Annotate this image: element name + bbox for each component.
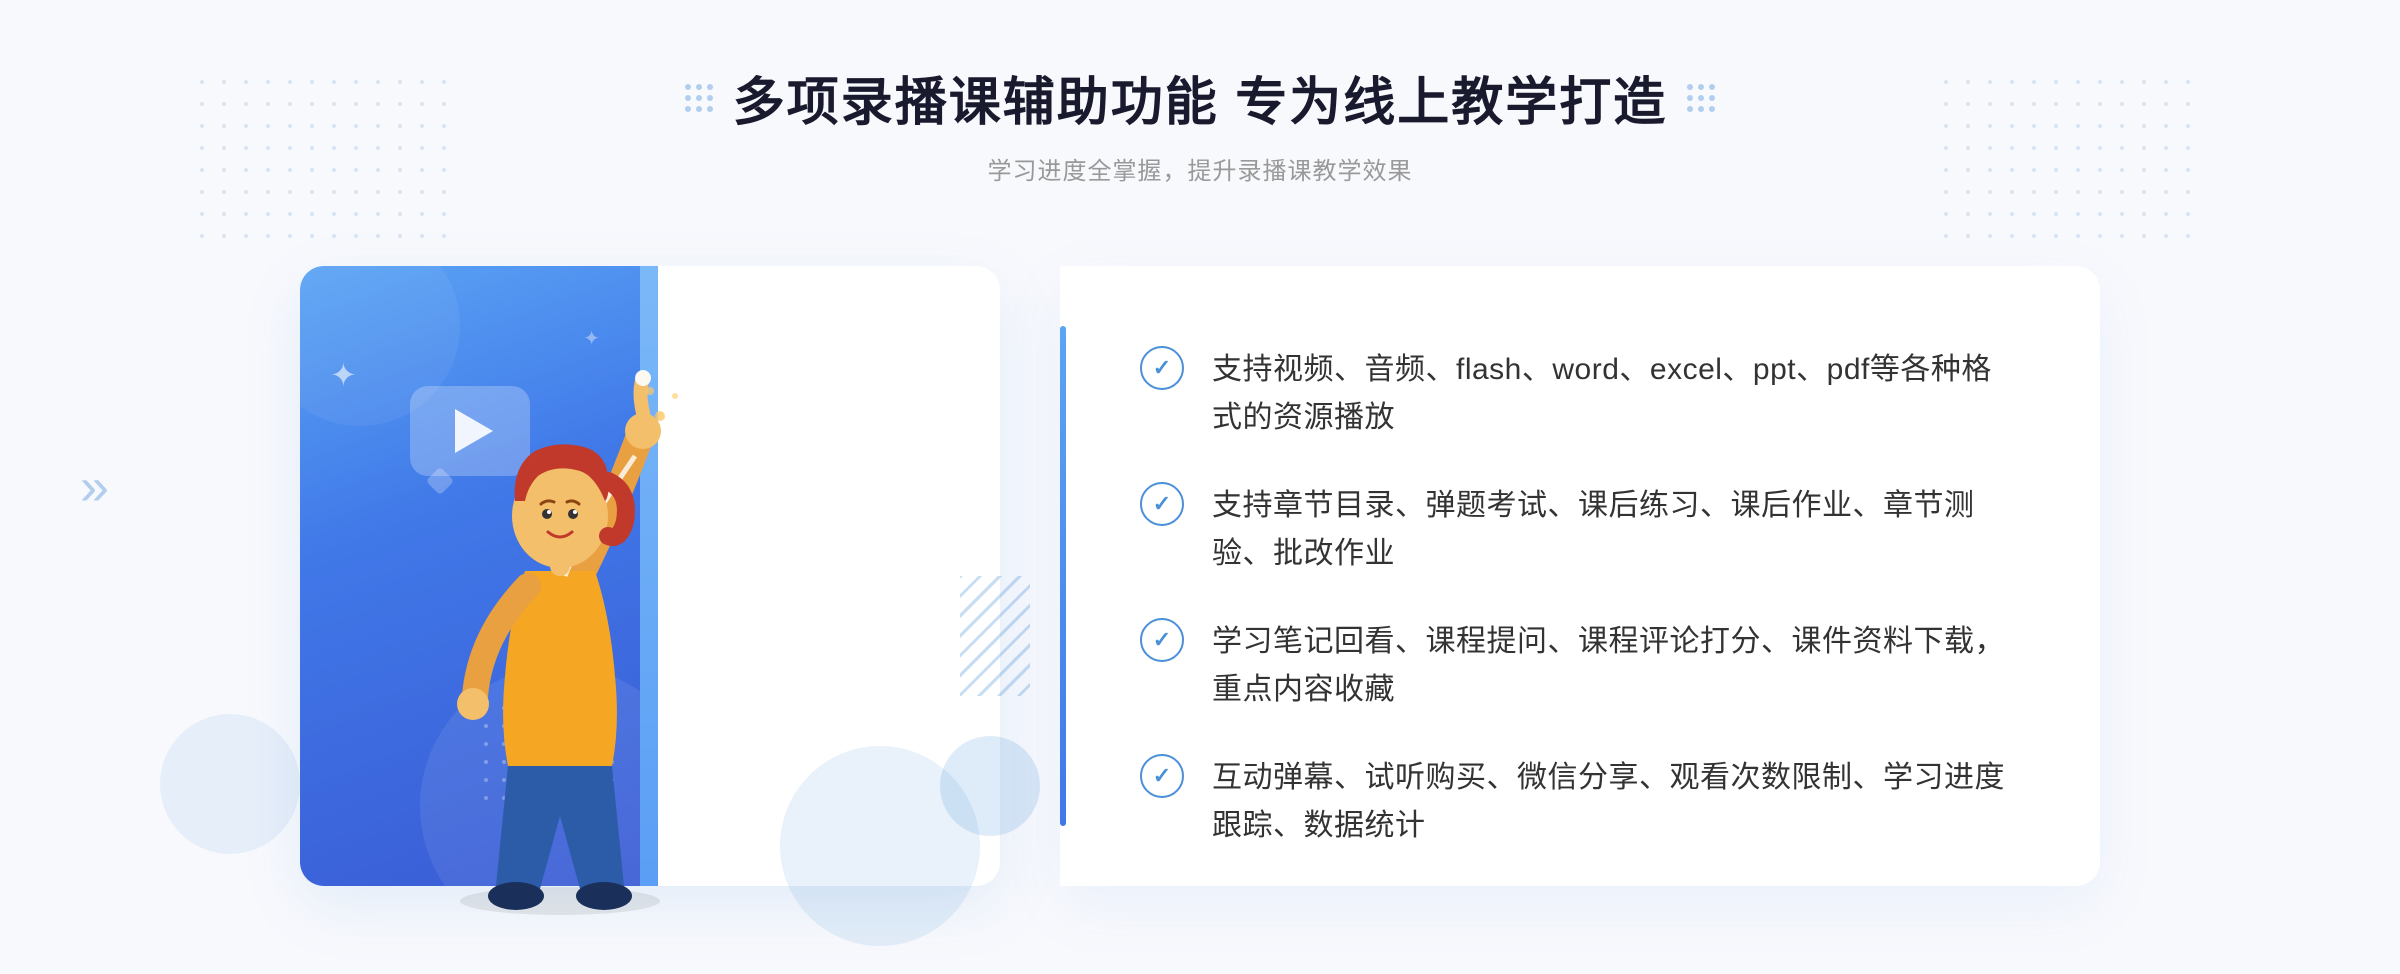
feature-item-2: ✓ 支持章节目录、弹题考试、课后练习、课后作业、章节测验、批改作业 <box>1140 462 2020 598</box>
feature-text-2: 支持章节目录、弹题考试、课后练习、课后作业、章节测验、批改作业 <box>1212 482 2020 578</box>
features-accent-bar <box>1060 326 1066 826</box>
check-icon-1: ✓ <box>1140 346 1184 390</box>
check-icon-4: ✓ <box>1140 754 1184 798</box>
check-icon-3: ✓ <box>1140 618 1184 662</box>
title-row: 多项录播课辅助功能 专为线上教学打造 <box>685 60 1715 135</box>
feature-text-3: 学习笔记回看、课程提问、课程评论打分、课件资料下载，重点内容收藏 <box>1212 618 2020 714</box>
feature-text-1: 支持视频、音频、flash、word、excel、ppt、pdf等各种格式的资源… <box>1212 346 2020 442</box>
illustration-container: for(let i=0;i<48;i++) document.write('<s… <box>300 236 1060 916</box>
deco-circle-small <box>940 736 1040 836</box>
feature-text-4: 互动弹幕、试听购买、微信分享、观看次数限制、学习进度跟踪、数据统计 <box>1212 754 2020 850</box>
feature-item-1: ✓ 支持视频、音频、flash、word、excel、ppt、pdf等各种格式的… <box>1140 326 2020 462</box>
sparkle-left: ✦ <box>330 356 357 394</box>
person-illustration <box>380 336 740 916</box>
features-container: ✓ 支持视频、音频、flash、word、excel、ppt、pdf等各种格式的… <box>1060 266 2100 886</box>
main-title: 多项录播课辅助功能 专为线上教学打造 <box>733 60 1667 135</box>
feature-item-4: ✓ 互动弹幕、试听购买、微信分享、观看次数限制、学习进度跟踪、数据统计 <box>1140 734 2020 870</box>
check-icon-2: ✓ <box>1140 482 1184 526</box>
feature-item-3: ✓ 学习笔记回看、课程提问、课程评论打分、课件资料下载，重点内容收藏 <box>1140 598 2020 734</box>
sub-title: 学习进度全掌握，提升录播课教学效果 <box>685 151 1715 186</box>
page-container: for(let i=0;i<96;i++) document.write('<s… <box>0 0 2400 974</box>
left-title-decorator <box>685 84 713 112</box>
header-section: 多项录播课辅助功能 专为线上教学打造 学习进度全掌握，提升录播课教学效果 <box>685 60 1715 186</box>
main-content: for(let i=0;i<48;i++) document.write('<s… <box>300 236 2100 916</box>
right-title-decorator <box>1687 84 1715 112</box>
left-chevrons: » <box>80 457 97 517</box>
bottom-left-circle <box>160 714 300 854</box>
stripe-decoration <box>960 576 1030 696</box>
